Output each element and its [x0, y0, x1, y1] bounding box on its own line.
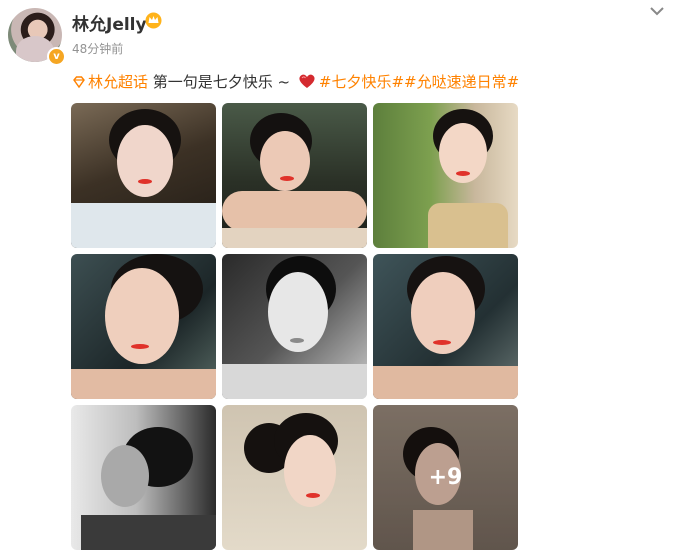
post-time: 48分钟前 [72, 42, 124, 56]
photo-3[interactable] [373, 103, 518, 248]
more-photos-count[interactable]: +9 [373, 405, 518, 550]
photo-grid: +9 [71, 103, 519, 550]
crown-icon [145, 12, 162, 29]
photo-4[interactable] [71, 254, 216, 399]
hashtag-links[interactable]: #七夕快乐##允哒速递日常# [319, 73, 519, 91]
photo-5[interactable] [222, 254, 367, 399]
photo-6[interactable] [373, 254, 518, 399]
photo-9[interactable]: +9 [373, 405, 518, 550]
photo-7[interactable] [71, 405, 216, 550]
heart-icon [299, 74, 315, 88]
photo-8[interactable] [222, 405, 367, 550]
chevron-down-icon[interactable] [648, 4, 666, 18]
verified-badge-icon: v [47, 47, 66, 66]
post-text: 林允超话 第一句是七夕快乐 ~ #七夕快乐##允哒速递日常# [72, 71, 519, 92]
post-body: 第一句是七夕快乐 ~ [148, 73, 295, 91]
photo-2[interactable] [222, 103, 367, 248]
username[interactable]: 林允Jelly [72, 10, 147, 35]
super-topic-icon [73, 76, 85, 89]
photo-1[interactable] [71, 103, 216, 248]
super-topic-link[interactable]: 林允超话 [88, 73, 148, 91]
